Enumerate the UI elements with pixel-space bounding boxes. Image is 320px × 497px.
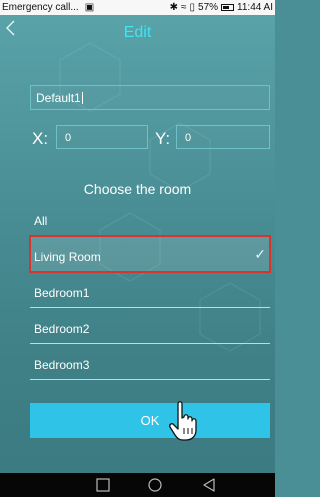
wifi-icon: ≈ [181, 2, 187, 13]
check-icon: ✓ [254, 246, 266, 262]
y-coordinate-field[interactable]: 0 [176, 125, 270, 149]
ok-button[interactable]: OK [30, 403, 270, 438]
circle-icon[interactable] [147, 477, 163, 493]
square-icon[interactable] [95, 477, 111, 493]
room-item-bedroom1[interactable]: Bedroom1 [30, 272, 270, 308]
battery-level-fill [223, 6, 230, 9]
sim-icon: ▯ [189, 2, 196, 13]
room-list: All Living Room ✓ Bedroom1 Bedroom2 Bedr… [29, 208, 271, 380]
triangle-back-icon[interactable] [201, 477, 217, 493]
x-field-value: 0 [65, 132, 72, 144]
room-item-label: Bedroom3 [34, 358, 90, 372]
app-screen: Emergency call... ▣ ✱ ≈ ▯ 57% 11:44 AI E… [0, 0, 275, 497]
bluetooth-icon: ✱ [169, 2, 178, 13]
x-label: X: [32, 129, 49, 148]
x-coordinate-field[interactable]: 0 [56, 125, 148, 149]
notification-text: Emergency call... [2, 2, 79, 13]
y-field-value: 0 [185, 132, 192, 144]
room-item-label: Living Room [34, 250, 101, 264]
room-item-label: Bedroom2 [34, 322, 90, 336]
header: Edit [0, 15, 275, 49]
gallery-icon: ▣ [84, 2, 95, 13]
room-item-label: All [34, 214, 48, 228]
room-item-label: Bedroom1 [34, 286, 90, 300]
name-field[interactable]: Default1 [30, 85, 270, 110]
battery-icon [221, 4, 235, 11]
room-item-bedroom2[interactable]: Bedroom2 [30, 308, 270, 344]
page-title: Edit [123, 24, 152, 41]
status-bar: Emergency call... ▣ ✱ ≈ ▯ 57% 11:44 AI [0, 0, 275, 15]
system-nav-bar [0, 473, 275, 497]
hand-pointer-icon [169, 401, 197, 441]
room-item-bedroom3[interactable]: Bedroom3 [30, 344, 270, 380]
room-item-all[interactable]: All [30, 208, 270, 236]
battery-percent: 57% [198, 2, 219, 13]
text-cursor [81, 92, 83, 104]
choose-room-title: Choose the room [83, 181, 192, 197]
y-label: Y: [155, 129, 171, 148]
room-item-living-room[interactable]: Living Room ✓ [29, 235, 271, 273]
name-field-value: Default1 [36, 91, 81, 105]
status-time: 11:44 AI [237, 2, 273, 13]
